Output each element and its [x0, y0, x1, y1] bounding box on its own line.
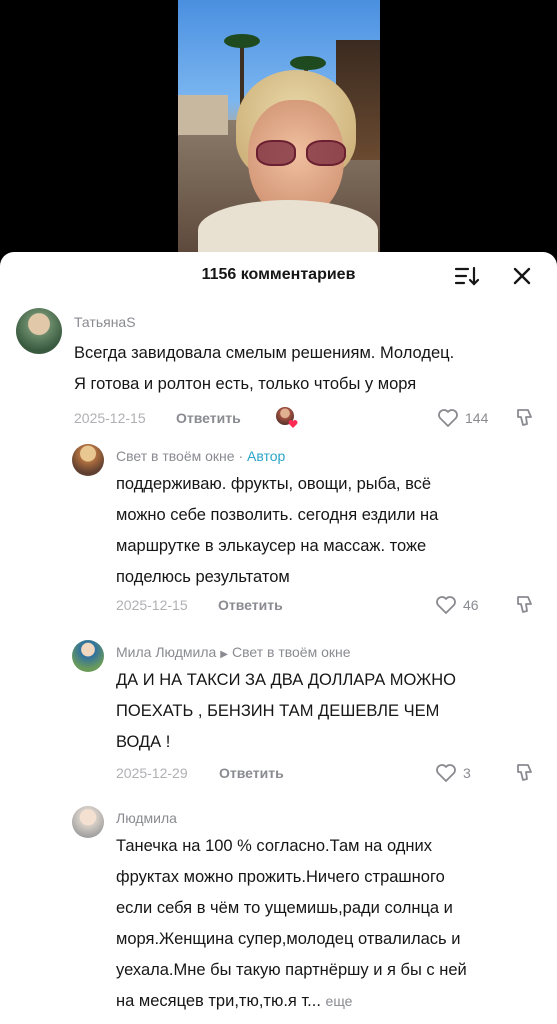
comment-text-line: если себя в чём то ущемишь,ради солнца и [116, 899, 453, 917]
comment-text-line: Танечка на 100 % согласно.Там на одних [116, 837, 432, 855]
comment-text-line: на месяцев три,тю,тю.я т... [116, 992, 321, 1010]
avatar[interactable] [72, 640, 104, 672]
heart-icon [288, 420, 298, 428]
like-count: 46 [463, 597, 479, 613]
comments-header: 1156 комментариев [0, 252, 557, 300]
comment-text-line: Я готова и ролтон есть, только чтобы у м… [74, 375, 417, 393]
comment-reply-item: Людмила Танечка на 100 % согласно.Там на… [0, 806, 557, 1024]
reply-button[interactable]: Ответить [219, 765, 284, 781]
separator: · [234, 448, 248, 464]
comment-reply-item: Мила Людмила ▶ Свет в твоём окне ДА И НА Т… [0, 640, 557, 800]
comment-text-line: можно себе позволить. сегодня ездили на [116, 506, 439, 524]
comment-author[interactable]: ТатьянаS [74, 314, 136, 330]
reply-button[interactable]: Ответить [176, 410, 241, 426]
comment-text-line: моря.Женщина супер,молодец отвалилась и [116, 930, 461, 948]
dislike-icon[interactable] [514, 407, 536, 429]
comment-text: Танечка на 100 % согласно.Там на одних ф… [116, 831, 467, 1017]
comment-text-line: маршрутке в элькаусер на массаж. тоже [116, 537, 427, 555]
avatar[interactable] [72, 444, 104, 476]
dislike-icon[interactable] [514, 594, 536, 616]
like-count: 144 [465, 410, 489, 426]
video-area[interactable] [0, 0, 557, 252]
comment-date: 2025-12-29 [116, 765, 188, 781]
comment-author[interactable]: Мила Людмила ▶ Свет в твоём окне [116, 644, 351, 660]
comment-text: поддерживаю. фрукты, овощи, рыба, всё мо… [116, 469, 438, 593]
author-badge: Автор [247, 448, 286, 464]
video-building-left [178, 95, 228, 135]
avatar[interactable] [16, 308, 62, 354]
comment-author[interactable]: Людмила [116, 810, 177, 826]
palm-leaves [224, 34, 260, 48]
like-heart-icon[interactable] [435, 763, 457, 783]
comment-author[interactable]: Свет в твоём окне · Автор [116, 448, 285, 464]
palm-leaves [290, 56, 326, 70]
reply-to-name[interactable]: Свет в твоём окне [232, 644, 351, 660]
comment-reply-item: Свет в твоём окне · Автор поддерживаю. ф… [0, 444, 557, 634]
comment-text: ДА И НА ТАКСИ ЗА ДВА ДОЛЛАРА МОЖНО ПОЕХА… [116, 665, 456, 758]
sunglasses [256, 140, 352, 170]
person-body [198, 200, 378, 252]
comment-date: 2025-12-15 [74, 410, 146, 426]
comment-item: ТатьянаS Всегда завидовала смелым решени… [0, 308, 557, 438]
reply-arrow-icon: ▶ [220, 649, 228, 660]
like-heart-icon[interactable] [437, 408, 459, 428]
comment-text-line: уехала.Мне бы такую партнёршу и я бы с н… [116, 961, 467, 979]
like-count: 3 [463, 765, 471, 781]
comment-text: Всегда завидовала смелым решениям. Молод… [74, 338, 454, 400]
video-frame[interactable] [178, 0, 380, 252]
comment-date: 2025-12-15 [116, 597, 188, 613]
comment-text-line: ДА И НА ТАКСИ ЗА ДВА ДОЛЛАРА МОЖНО [116, 671, 456, 689]
comment-text-line: ВОДА ! [116, 733, 171, 751]
comment-text-line: ПОЕХАТЬ , БЕНЗИН ТАМ ДЕШЕВЛЕ ЧЕМ [116, 702, 440, 720]
reply-button[interactable]: Ответить [218, 597, 283, 613]
close-icon[interactable] [510, 264, 534, 288]
comment-text-last-line: на месяцев три,тю,тю.я т... еще [116, 986, 467, 1017]
like-heart-icon[interactable] [435, 595, 457, 615]
comment-text-line: фруктах можно прожить.Ничего страшного [116, 868, 445, 886]
sort-icon[interactable] [454, 264, 480, 288]
comment-text-line: Всегда завидовала смелым решениям. Молод… [74, 344, 455, 362]
author-name[interactable]: Свет в твоём окне [116, 448, 235, 464]
comment-text-line: поделюсь результатом [116, 568, 290, 586]
comment-text-line: поддерживаю. фрукты, овощи, рыба, всё [116, 475, 432, 493]
more-link[interactable]: еще [326, 993, 353, 1009]
author-name[interactable]: Мила Людмила [116, 644, 216, 660]
comments-sheet: 1156 комментариев ТатьянаS Всегда завидо… [0, 252, 557, 1024]
avatar[interactable] [72, 806, 104, 838]
dislike-icon[interactable] [514, 762, 536, 784]
